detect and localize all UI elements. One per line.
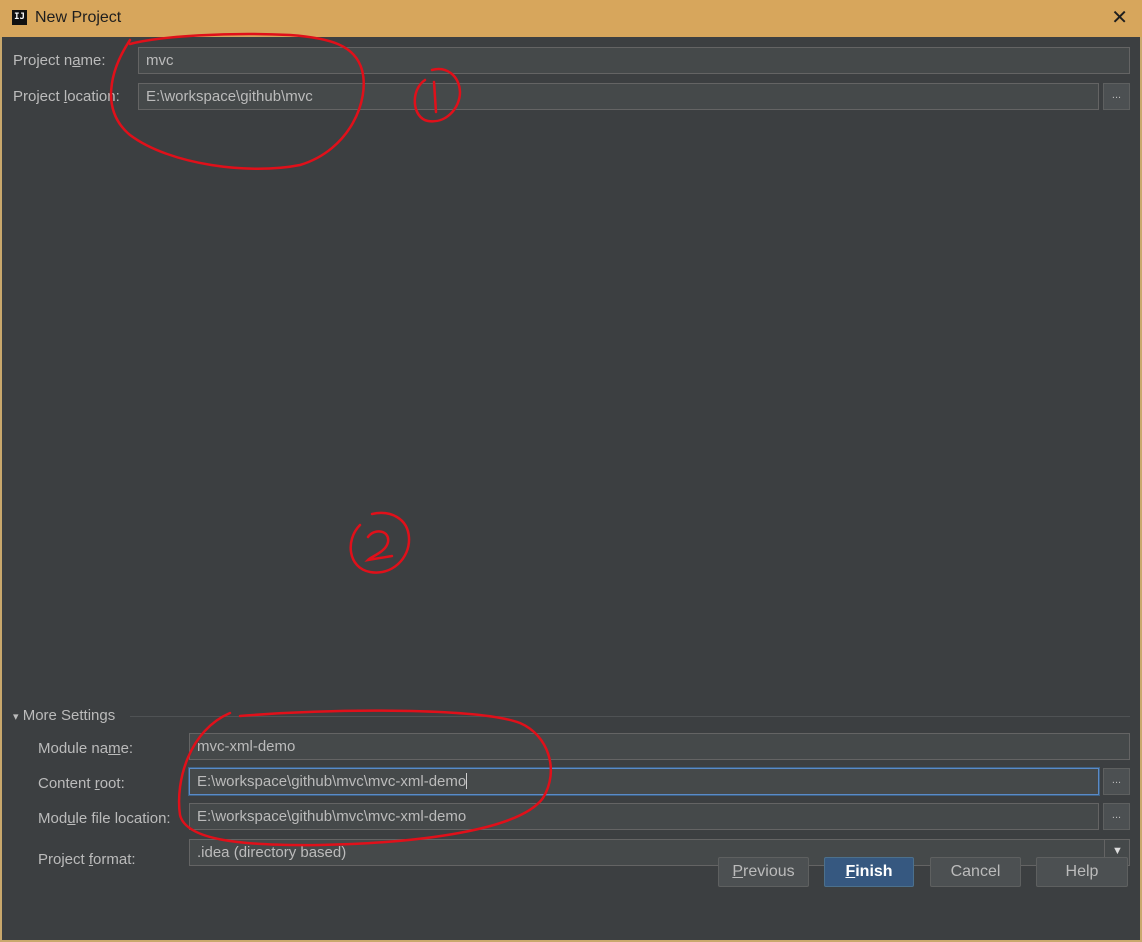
module-file-location-input[interactable]: E:\workspace\github\mvc\mvc-xml-demo (189, 803, 1099, 830)
title-bar: IJ New Project ✕ (0, 0, 1142, 37)
module-file-location-label: Module file location: (38, 810, 171, 827)
module-file-location-browse-button[interactable]: ... (1103, 803, 1130, 830)
window-title: New Project (35, 9, 122, 26)
project-location-browse-button[interactable]: ... (1103, 83, 1130, 110)
project-location-input[interactable]: E:\workspace\github\mvc (138, 83, 1099, 110)
new-project-panel: Project name: mvc Project location: E:\w… (2, 37, 1140, 940)
help-button[interactable]: Help (1036, 857, 1128, 887)
project-name-label: Project name: (13, 52, 106, 69)
module-name-input[interactable]: mvc-xml-demo (189, 733, 1130, 760)
close-icon[interactable]: ✕ (1111, 8, 1128, 28)
content-root-browse-button[interactable]: ... (1103, 768, 1130, 795)
more-settings-divider (130, 716, 1130, 717)
content-root-label: Content root: (38, 775, 125, 792)
previous-button[interactable]: Previous (718, 857, 809, 887)
content-root-input[interactable]: E:\workspace\github\mvc\mvc-xml-demo (189, 768, 1099, 795)
text-caret (466, 773, 468, 789)
project-format-label: Project format: (38, 851, 136, 868)
more-settings-toggle[interactable]: ▾ More Settings (13, 707, 115, 724)
chevron-down-icon: ▾ (13, 711, 19, 723)
project-location-label: Project location: (13, 88, 120, 105)
cancel-button[interactable]: Cancel (930, 857, 1021, 887)
intellij-app-icon: IJ (12, 10, 27, 25)
project-name-input[interactable]: mvc (138, 47, 1130, 74)
module-name-label: Module name: (38, 740, 134, 757)
finish-button[interactable]: Finish (824, 857, 914, 887)
